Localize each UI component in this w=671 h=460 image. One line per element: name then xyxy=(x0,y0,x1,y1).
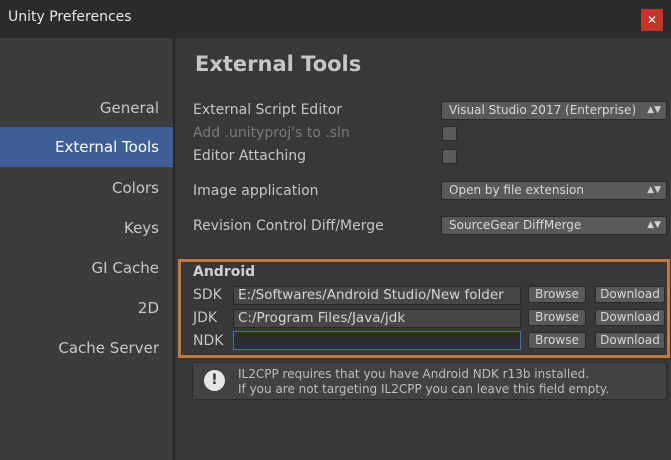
add-unityproj-checkbox[interactable] xyxy=(442,126,457,141)
dropdown-value: Visual Studio 2017 (Enterprise) xyxy=(449,103,637,117)
revision-control-dropdown[interactable]: SourceGear DiffMerge ▲▼ xyxy=(441,216,667,235)
info-icon: ! xyxy=(204,370,225,391)
close-button[interactable]: ✕ xyxy=(641,9,663,31)
info-text-line-2: If you are not targeting IL2CPP you can … xyxy=(238,382,610,396)
title-bar: Unity Preferences ✕ xyxy=(0,0,671,38)
external-script-editor-dropdown[interactable]: Visual Studio 2017 (Enterprise) ▲▼ xyxy=(441,101,667,120)
revision-control-label: Revision Control Diff/Merge xyxy=(193,218,384,234)
android-highlight-box xyxy=(178,259,670,358)
dropdown-arrows-icon: ▲▼ xyxy=(647,105,661,115)
dropdown-value: SourceGear DiffMerge xyxy=(449,218,582,232)
editor-attaching-checkbox[interactable] xyxy=(442,149,457,164)
external-script-editor-label: External Script Editor xyxy=(193,102,343,118)
info-helpbox: ! IL2CPP requires that you have Android … xyxy=(192,362,667,400)
sidebar-item-general[interactable]: General xyxy=(0,88,159,128)
editor-attaching-label: Editor Attaching xyxy=(193,148,306,164)
dropdown-arrows-icon: ▲▼ xyxy=(647,220,661,230)
sidebar-item-external-tools[interactable]: External Tools xyxy=(0,127,173,167)
info-text-line-1: IL2CPP requires that you have Android ND… xyxy=(238,367,590,381)
add-unityproj-label: Add .unityproj's to .sln xyxy=(193,125,350,141)
page-title: External Tools xyxy=(195,52,362,76)
main-panel: External Tools External Script Editor Vi… xyxy=(175,38,671,460)
sidebar-item-cache-server[interactable]: Cache Server xyxy=(0,328,159,368)
sidebar-item-2d[interactable]: 2D xyxy=(0,288,159,328)
sidebar-item-colors[interactable]: Colors xyxy=(0,168,159,208)
dropdown-arrows-icon: ▲▼ xyxy=(647,185,661,195)
image-application-dropdown[interactable]: Open by file extension ▲▼ xyxy=(441,181,667,200)
sidebar: General External Tools Colors Keys GI Ca… xyxy=(0,38,173,460)
window-title: Unity Preferences xyxy=(8,9,132,25)
sidebar-item-gi-cache[interactable]: GI Cache xyxy=(0,248,159,288)
sidebar-item-keys[interactable]: Keys xyxy=(0,208,159,248)
close-icon: ✕ xyxy=(646,13,658,27)
image-application-label: Image application xyxy=(193,183,319,199)
dropdown-value: Open by file extension xyxy=(449,183,584,197)
